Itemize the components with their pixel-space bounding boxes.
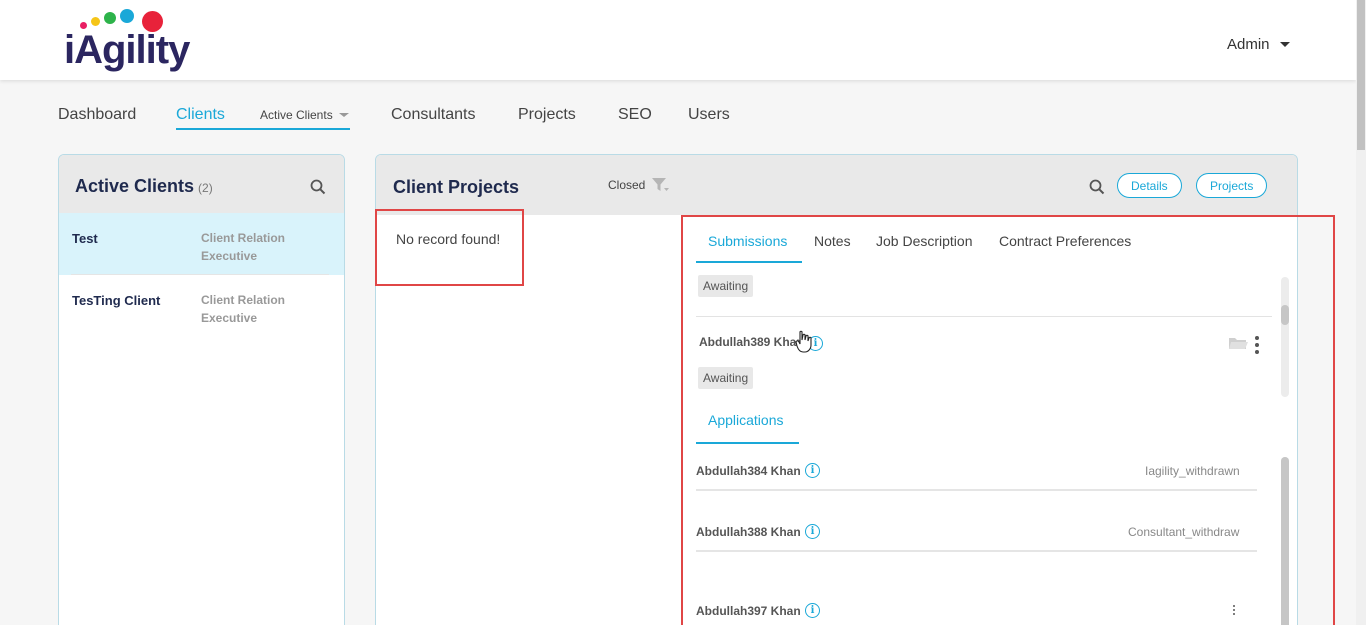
client-projects-title: Client Projects (393, 177, 520, 197)
active-clients-title-text: Active Clients (75, 176, 195, 196)
search-icon[interactable] (1089, 179, 1105, 195)
details-button[interactable]: Details (1117, 173, 1182, 198)
project-detail-area: Submissions Notes Job Description Contra… (684, 217, 1296, 625)
active-clients-dropdown-label: Active Clients (260, 108, 333, 122)
applications-underline (696, 442, 799, 444)
active-clients-panel: Active Clients (2) Test Client Relation E… (58, 154, 345, 625)
page-scrollbar[interactable] (1356, 0, 1366, 625)
logo-dot-2 (91, 17, 100, 26)
closed-filter-label: Closed (608, 178, 646, 192)
projects-button[interactable]: Projects (1196, 173, 1268, 198)
client-row-testing-client[interactable]: TesTing Client Client Relation Executive (59, 275, 344, 337)
active-clients-dropdown[interactable]: Active Clients (260, 108, 349, 122)
top-header: iAgility Admin (0, 0, 1356, 80)
submission-name[interactable]: Abdullah389 Khan (699, 335, 804, 349)
logo-dot-3 (104, 12, 116, 24)
application-status: Consultant_withdraw (1128, 525, 1240, 539)
admin-label: Admin (1227, 36, 1270, 53)
client-role-line1: Client Relation (201, 231, 286, 245)
client-role: Client Relation Executive (201, 229, 301, 265)
page-scrollbar-thumb[interactable] (1357, 0, 1365, 150)
logo-text: iAgility (64, 28, 190, 72)
application-name[interactable]: Abdullah397 Khan (696, 604, 801, 618)
tab-notes[interactable]: Notes (814, 233, 851, 249)
info-icon[interactable]: i (805, 524, 820, 539)
tab-applications[interactable]: Applications (708, 412, 784, 428)
chevron-down-icon (1279, 42, 1290, 47)
nav-seo[interactable]: SEO (618, 106, 652, 124)
divider (696, 316, 1272, 317)
client-role-line2: Executive (201, 249, 258, 263)
application-status: Iagility_withdrawn (1145, 464, 1240, 478)
active-clients-count: (2) (198, 181, 213, 195)
application-name[interactable]: Abdullah388 Khan (696, 525, 801, 539)
search-icon[interactable] (310, 179, 326, 195)
application-name[interactable]: Abdullah384 Khan (696, 464, 801, 478)
tab-contract-preferences[interactable]: Contract Preferences (999, 233, 1131, 249)
nav-consultants[interactable]: Consultants (391, 106, 476, 124)
tab-job-description[interactable]: Job Description (876, 233, 973, 249)
status-badge: Awaiting (698, 275, 754, 297)
divider (696, 489, 1257, 491)
submissions-scrollbar[interactable] (1281, 277, 1289, 397)
folder-icon[interactable] (1228, 336, 1248, 351)
iagility-logo[interactable]: iAgility (62, 8, 212, 76)
client-role-line1: Client Relation (201, 293, 286, 307)
client-name: TesTing Client (72, 293, 161, 308)
client-role-line2: Executive (201, 311, 258, 325)
nav-clients[interactable]: Clients (176, 106, 225, 124)
applications-scrollbar[interactable] (1281, 457, 1289, 625)
no-record-message: No record found! (396, 231, 501, 247)
chevron-down-icon (338, 113, 349, 117)
tab-submissions[interactable]: Submissions (708, 233, 787, 249)
client-row-test[interactable]: Test Client Relation Executive (59, 213, 344, 275)
client-projects-header: Client Projects Closed Details Projects (376, 155, 1297, 215)
nav-dashboard[interactable]: Dashboard (58, 106, 136, 124)
active-clients-header: Active Clients (2) (59, 155, 344, 213)
client-name: Test (72, 231, 98, 246)
detail-tabs: Submissions Notes Job Description Contra… (696, 227, 1276, 263)
nav-active-underline (176, 128, 350, 130)
client-projects-panel: Client Projects Closed Details Projects … (375, 154, 1298, 625)
more-options-icon[interactable] (1255, 336, 1259, 357)
logo-dot-4 (120, 9, 134, 23)
status-badge: Awaiting (698, 367, 754, 389)
more-options-icon[interactable] (1233, 605, 1237, 617)
active-clients-title: Active Clients (2) (75, 176, 213, 197)
closed-filter[interactable]: Closed (608, 177, 670, 193)
nav-projects[interactable]: Projects (518, 106, 576, 124)
tab-active-underline (696, 261, 802, 263)
filter-icon (652, 178, 670, 191)
applications-scrollbar-thumb[interactable] (1281, 457, 1289, 625)
info-icon[interactable]: i (808, 336, 823, 351)
client-role: Client Relation Executive (201, 291, 301, 327)
nav-users[interactable]: Users (688, 106, 730, 124)
info-icon[interactable]: i (805, 603, 820, 618)
admin-menu[interactable]: Admin (1227, 36, 1290, 53)
info-icon[interactable]: i (805, 463, 820, 478)
divider (696, 550, 1257, 552)
submissions-scrollbar-thumb[interactable] (1281, 305, 1289, 325)
